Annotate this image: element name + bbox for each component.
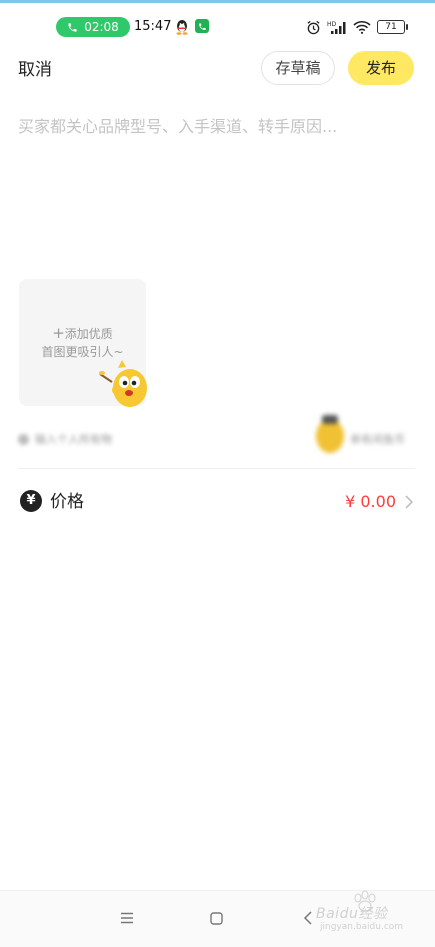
add-photo-line2: 首图更吸引人~ (41, 345, 124, 359)
blurred-right-text: 单有闲鱼币 (350, 433, 405, 446)
chevron-right-icon (405, 495, 414, 509)
blurred-left-text: 输入个人所有物 (35, 433, 112, 446)
yen-icon: ¥ (20, 490, 42, 512)
hd-label: HD (327, 21, 337, 28)
baidu-watermark: Baidu经验 jingyan.baidu.com (312, 890, 422, 940)
qq-penguin-icon (176, 20, 188, 35)
blurred-left-option[interactable]: 输入个人所有物 (18, 431, 112, 447)
blurred-mascot-icon (316, 419, 344, 453)
status-bar: 02:08 15:47 HD 71 (0, 3, 435, 43)
blurred-options-row: 输入个人所有物 单有闲鱼币 (18, 415, 418, 453)
price-label: 价格 (50, 492, 84, 512)
add-photo-line1: 添加优质 (64, 327, 113, 341)
blurred-dot-icon (18, 433, 29, 445)
watermark-url: jingyan.baidu.com (320, 922, 404, 932)
mascot-icon (99, 360, 147, 407)
divider (18, 468, 415, 469)
watermark-text: Baidu经验 (316, 906, 388, 922)
menu-icon (121, 912, 133, 924)
recent-apps-button[interactable] (115, 907, 139, 929)
wifi-icon (353, 21, 371, 34)
phone-icon (68, 22, 77, 32)
clock: 15:47 (134, 19, 172, 34)
blurred-hat-icon (322, 415, 338, 424)
battery-level: 71 (385, 22, 397, 32)
cancel-button[interactable]: 取消 (18, 58, 52, 82)
price-row[interactable]: ¥ 价格 ¥ 0.00 (18, 487, 416, 517)
price-value: ¥ 0.00 (345, 492, 396, 511)
publish-button[interactable]: 发布 (348, 51, 414, 85)
description-input[interactable] (18, 112, 416, 262)
right-status-icons: HD 71 (306, 18, 408, 36)
hd-signal-icon: HD (327, 21, 346, 34)
save-draft-button[interactable]: 存草稿 (261, 51, 335, 85)
alarm-clock-icon (307, 20, 320, 34)
wechat-call-icon (195, 19, 209, 33)
battery-icon: 71 (377, 20, 408, 34)
home-button[interactable] (204, 907, 228, 929)
add-photo-hint: +添加优质 首图更吸引人~ (19, 324, 146, 361)
ongoing-call-pill[interactable]: 02:08 (56, 17, 130, 37)
plus-icon: + (52, 324, 65, 342)
call-duration: 02:08 (84, 20, 119, 34)
blurred-right-option[interactable]: 单有闲鱼币 (316, 415, 435, 453)
home-square-icon (209, 911, 223, 925)
